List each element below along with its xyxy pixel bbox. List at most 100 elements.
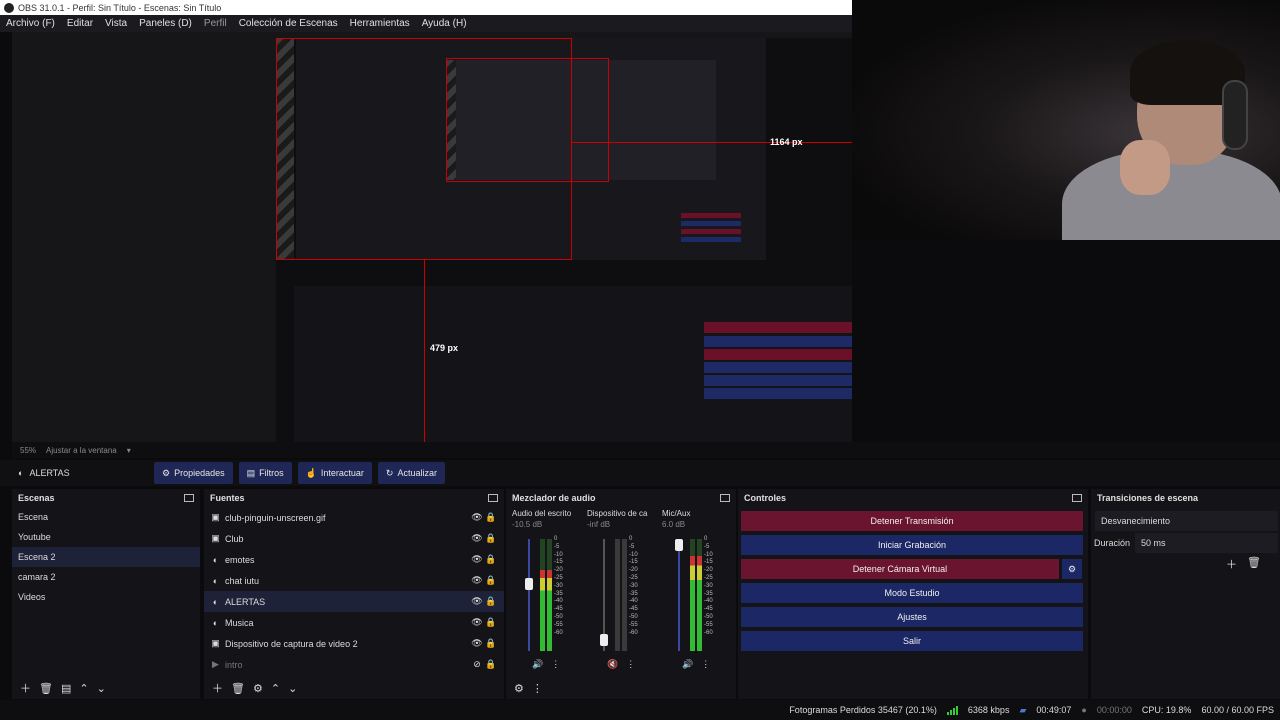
speaker-icon[interactable]: 🔊 [532, 659, 543, 670]
muted-speaker-icon[interactable]: 🔇 [607, 659, 618, 670]
cpu-usage: CPU: 19.8% [1141, 705, 1192, 715]
undock-icon[interactable] [488, 494, 498, 502]
scene-item[interactable]: Escena 2 [12, 547, 200, 567]
volume-fader[interactable] [600, 633, 608, 646]
more-vertical-icon[interactable]: ⋮ [532, 682, 543, 695]
eye-icon[interactable]: 👁 [470, 617, 484, 628]
source-item[interactable]: ◐ Musica 👁 🔒 [204, 612, 504, 633]
undock-icon[interactable] [720, 494, 730, 502]
menu-item[interactable]: Herramientas [344, 18, 416, 29]
menu-item[interactable]: Vista [99, 18, 133, 29]
more-vertical-icon[interactable]: ⋮ [701, 659, 710, 670]
move-down-icon[interactable]: ⌄ [97, 682, 106, 695]
lock-icon[interactable]: 🔒 [484, 512, 498, 523]
duration-spinbox[interactable]: 50 ms [1135, 533, 1278, 553]
virtual-camera-settings-button[interactable]: ⚙ [1062, 559, 1082, 579]
scene-item[interactable]: Youtube [12, 527, 200, 547]
eye-icon[interactable]: 👁 [470, 512, 484, 523]
filters-button[interactable]: ▤ Filtros [238, 462, 292, 484]
fader-track[interactable] [528, 539, 530, 651]
more-vertical-icon[interactable]: ⋮ [626, 659, 635, 670]
scene-item[interactable]: camara 2 [12, 567, 200, 587]
speaker-icon[interactable]: 🔊 [682, 659, 693, 670]
gear-icon[interactable]: ⚙ [253, 682, 263, 695]
lock-icon[interactable]: 🔒 [484, 638, 498, 649]
lock-icon[interactable]: 🔒 [484, 554, 498, 565]
chevron-down-icon[interactable]: ▾ [127, 446, 131, 455]
webcam-person-hand [1120, 140, 1170, 195]
channel-db: -10.5 dB [512, 520, 543, 529]
trash-icon[interactable]: 🗑 [231, 682, 245, 695]
move-up-icon[interactable]: ⌃ [271, 682, 280, 695]
interact-label: Interactuar [320, 468, 364, 478]
scale-tick: 0 [629, 536, 633, 542]
control-button[interactable]: Modo Estudio [741, 583, 1083, 603]
source-item[interactable]: ▣ Dispositivo de captura de video 2 👁 🔒 [204, 633, 504, 654]
more-vertical-icon[interactable]: ⋮ [551, 659, 560, 670]
menu-item[interactable]: Ayuda (H) [416, 18, 473, 29]
fader-track[interactable] [678, 539, 680, 651]
scale-tick: -25 [704, 574, 713, 581]
selected-source: ◐ ALERTAS [0, 468, 154, 478]
menu-bar: Archivo (F) Editar Vista Paneles (D) Perfil C… [0, 15, 852, 32]
menu-item[interactable]: Archivo (F) [0, 18, 61, 29]
eye-icon[interactable]: 👁 [470, 554, 484, 565]
scenes-list: Escena Youtube Escena 2 camara 2 Videos [12, 507, 200, 607]
volume-fader[interactable] [675, 538, 683, 551]
zoom-mode[interactable]: Ajustar a la ventana [46, 446, 117, 455]
source-item[interactable]: ▶ intro ⊘ 🔒 [204, 654, 504, 675]
source-item[interactable]: ▣ Club 👁 🔒 [204, 528, 504, 549]
scale-tick: -40 [704, 598, 713, 605]
add-transition-icon[interactable]: ＋ [1226, 556, 1237, 572]
eye-icon[interactable]: 👁 [470, 596, 484, 607]
control-button[interactable]: Salir [741, 631, 1083, 651]
scene-item[interactable]: Escena [12, 507, 200, 527]
source-item[interactable]: ◐ ALERTAS 👁 🔒 [204, 591, 504, 612]
lock-icon[interactable]: 🔒 [484, 617, 498, 628]
lock-icon[interactable]: 🔒 [484, 575, 498, 586]
control-button[interactable]: Iniciar Grabación [741, 535, 1083, 555]
control-button[interactable]: Ajustes [741, 607, 1083, 627]
scale-tick: -20 [704, 567, 713, 574]
source-item[interactable]: ▣ club-pinguin-unscreen.gif 👁 🔒 [204, 507, 504, 528]
volume-fader[interactable] [525, 577, 533, 590]
filter-icon[interactable]: ▤ [61, 682, 71, 695]
undock-icon[interactable] [1072, 494, 1082, 502]
scale-tick: -60 [554, 629, 563, 636]
refresh-button[interactable]: ↻ Actualizar [377, 462, 445, 484]
move-up-icon[interactable]: ⌃ [79, 682, 88, 695]
lock-icon[interactable]: 🔒 [484, 596, 498, 607]
undock-icon[interactable] [184, 494, 194, 502]
menu-item[interactable]: Paneles (D) [133, 18, 198, 29]
eye-icon[interactable]: 👁 [470, 533, 484, 544]
lock-icon[interactable]: 🔒 [484, 533, 498, 544]
menu-item[interactable]: Colección de Escenas [233, 18, 344, 29]
source-item[interactable]: ◐ emotes 👁 🔒 [204, 549, 504, 570]
control-button[interactable]: Detener Cámara Virtual [741, 559, 1059, 579]
lock-icon[interactable]: 🔒 [484, 659, 498, 670]
eye-icon[interactable]: 👁 [470, 638, 484, 649]
trash-icon[interactable]: 🗑 [39, 682, 53, 695]
properties-button[interactable]: ⚙ Propiedades [154, 462, 233, 484]
source-item[interactable]: ◐ chat iutu 👁 🔒 [204, 570, 504, 591]
source-name: emotes [225, 554, 255, 565]
play-icon: ▶ [212, 659, 219, 669]
control-button[interactable]: Detener Transmisión [741, 511, 1083, 531]
trash-icon[interactable]: 🗑 [1247, 556, 1261, 572]
mixer-settings-icon[interactable]: ⚙ [514, 682, 524, 695]
add-source-icon[interactable]: ＋ [212, 680, 223, 696]
menu-item[interactable]: Editar [61, 18, 99, 29]
source-toolbar: ◐ ALERTAS ⚙ Propiedades ▤ Filtros ☝ Inte… [0, 460, 1280, 486]
menu-item[interactable]: Perfil [198, 18, 233, 29]
scale-tick: -25 [554, 574, 563, 581]
preview-canvas[interactable]: 1164 px 479 px [276, 38, 852, 442]
transition-select[interactable]: Desvanecimiento [1095, 511, 1278, 531]
eye-hidden-icon[interactable]: ⊘ [470, 659, 484, 670]
scene-item[interactable]: Videos [12, 587, 200, 607]
interact-button[interactable]: ☝ Interactuar [297, 462, 372, 484]
browser-icon: ◐ [212, 596, 219, 607]
meter-background [615, 539, 620, 651]
move-down-icon[interactable]: ⌄ [288, 682, 297, 695]
eye-icon[interactable]: 👁 [470, 575, 484, 586]
add-scene-icon[interactable]: ＋ [20, 680, 31, 696]
